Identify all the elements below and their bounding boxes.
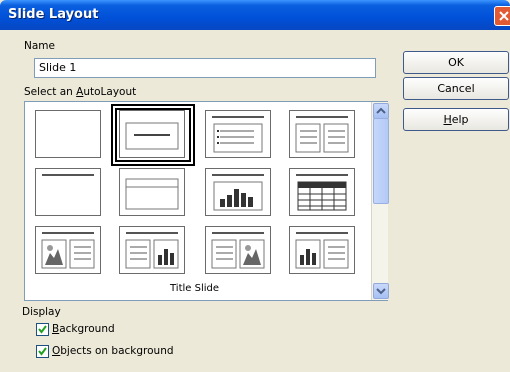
ok-button[interactable]: OK	[403, 51, 509, 74]
text-chart-icon	[125, 232, 179, 269]
check-icon	[38, 325, 47, 334]
help-button[interactable]: Help	[403, 108, 509, 131]
layout-text-chart[interactable]	[119, 226, 185, 274]
dialog-title: Slide Layout	[8, 7, 99, 22]
layout-title[interactable]	[119, 110, 185, 158]
layout-title-caption[interactable]	[119, 168, 185, 216]
layout-text-clipart[interactable]	[205, 226, 271, 274]
name-input[interactable]: Slide 1	[34, 58, 376, 78]
layout-chart[interactable]	[205, 168, 271, 216]
selected-layout-caption: Title Slide	[170, 283, 220, 294]
table-icon	[296, 174, 348, 211]
text-clipart-icon	[211, 232, 265, 269]
chevron-down-icon	[376, 288, 386, 295]
title-only-icon	[42, 174, 94, 176]
layout-blank[interactable]	[35, 110, 101, 158]
background-checkbox[interactable]	[36, 323, 49, 336]
check-icon	[38, 347, 47, 356]
chevron-up-icon	[376, 107, 386, 114]
cancel-button[interactable]: Cancel	[403, 77, 509, 100]
autolayout-label: Select an AutoLayout	[24, 86, 137, 98]
bulleted-list-icon	[212, 116, 264, 153]
two-column-text-icon	[295, 116, 349, 153]
background-option-label[interactable]: Background	[52, 323, 115, 335]
slide-layout-dialog: Slide Layout Name Slide 1 Select an Auto…	[0, 0, 510, 372]
chart-text-icon	[295, 232, 349, 269]
scroll-down-button[interactable]	[373, 283, 389, 299]
scroll-thumb[interactable]	[373, 118, 389, 204]
layout-clipart-text[interactable]	[35, 226, 101, 274]
chart-icon	[212, 174, 264, 211]
name-label: Name	[24, 40, 55, 52]
layout-two-column-text[interactable]	[289, 110, 355, 158]
close-icon	[499, 11, 509, 21]
autolayout-gallery[interactable]: Title Slide	[24, 101, 389, 301]
clipart-text-icon	[41, 232, 95, 269]
layout-chart-text[interactable]	[289, 226, 355, 274]
title-caption-icon	[125, 178, 179, 210]
objects-on-background-checkbox[interactable]	[36, 345, 49, 358]
title-layout-icon	[125, 122, 179, 150]
close-button[interactable]	[494, 6, 510, 26]
layout-bulleted-list[interactable]	[205, 110, 271, 158]
name-value: Slide 1	[39, 61, 77, 74]
objects-on-background-label[interactable]: Objects on background	[52, 345, 174, 357]
title-bar[interactable]: Slide Layout	[0, 0, 510, 30]
gallery-scrollbar[interactable]	[371, 102, 389, 300]
display-label: Display	[22, 306, 61, 318]
scroll-up-button[interactable]	[373, 103, 389, 119]
layout-table[interactable]	[289, 168, 355, 216]
layout-title-only[interactable]	[35, 168, 101, 216]
